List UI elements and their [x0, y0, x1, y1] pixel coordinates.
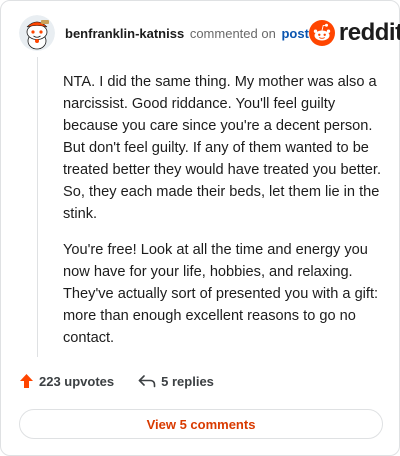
- reddit-logo[interactable]: reddit: [308, 19, 400, 47]
- comment-header: benfranklin-katniss commented on post re…: [19, 15, 400, 51]
- comment-body: NTA. I did the same thing. My mother was…: [63, 71, 383, 363]
- comment-card: benfranklin-katniss commented on post re…: [0, 0, 400, 456]
- thread-line: [37, 57, 38, 357]
- replies-count: 5 replies: [161, 373, 214, 389]
- upvote-button[interactable]: 223 upvotes: [19, 373, 114, 389]
- comment-paragraph: You're free! Look at all the time and en…: [63, 242, 379, 346]
- post-link[interactable]: post: [281, 26, 308, 41]
- comment-meta: benfranklin-katniss commented on post: [65, 26, 309, 41]
- reddit-logo-icon: [308, 20, 335, 46]
- replies-button[interactable]: 5 replies: [138, 374, 214, 389]
- upvote-arrow-icon: [20, 374, 33, 388]
- username-link[interactable]: benfranklin-katniss: [65, 26, 184, 41]
- snoo-avatar-icon[interactable]: [19, 15, 55, 51]
- view-comments-button[interactable]: View 5 comments: [19, 409, 383, 439]
- comment-actions: 223 upvotes 5 replies: [19, 373, 214, 389]
- reply-arrow-icon: [138, 375, 156, 388]
- comment-paragraph: NTA. I did the same thing. My mother was…: [63, 74, 382, 222]
- upvote-count: 223 upvotes: [39, 373, 115, 389]
- commented-on-text: commented on: [189, 25, 276, 41]
- reddit-wordmark: reddit: [338, 19, 400, 46]
